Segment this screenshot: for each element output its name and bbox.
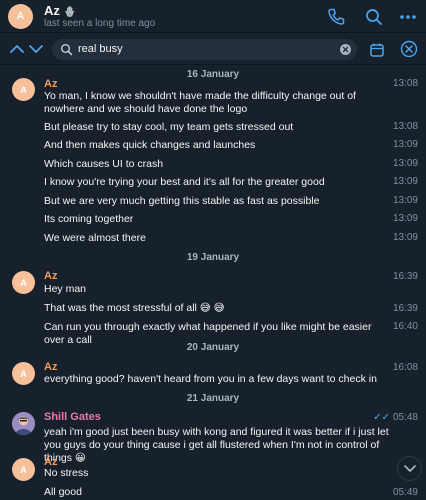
message-time: 13:09 — [392, 195, 418, 206]
chat-title-text: Az — [44, 3, 60, 18]
message-time: 13:09 — [392, 213, 418, 224]
sender-name[interactable]: Shill Gates — [44, 411, 101, 423]
chevron-up-icon[interactable] — [9, 42, 25, 56]
message-text: All good — [44, 486, 82, 498]
message-text: We were almost there — [44, 232, 146, 244]
message-list[interactable]: 16 January A Az Yo man, I know we should… — [0, 66, 426, 500]
close-icon[interactable] — [400, 40, 418, 58]
avatar[interactable]: A — [12, 458, 35, 481]
message-text: yeah i'm good just been busy with kong a… — [44, 426, 389, 464]
search-icon[interactable] — [364, 7, 384, 27]
message-text: No stress — [44, 467, 89, 479]
message-time: 13:09 — [392, 139, 418, 150]
message-time: 05:49 — [392, 487, 418, 498]
sender-name[interactable]: Az — [44, 270, 57, 282]
clear-search-icon[interactable] — [340, 44, 351, 55]
message-text: But we are very much getting this stable… — [44, 195, 320, 207]
message-time: 13:08 — [392, 121, 418, 132]
message-text: And then makes quick changes and launche… — [44, 139, 256, 151]
message-time: 13:08 — [392, 78, 418, 89]
message-time: 16:39 — [392, 303, 418, 314]
message-text: Its coming together — [44, 213, 134, 225]
message-text: everything good? haven't heard from you … — [44, 373, 377, 385]
avatar[interactable]: A — [12, 271, 35, 294]
date-separator: 20 January — [186, 342, 240, 353]
avatar[interactable]: A — [12, 78, 35, 101]
message-time: 13:09 — [392, 158, 418, 169]
avatar[interactable]: A — [8, 4, 33, 29]
last-seen-status: last seen a long time ago — [44, 18, 156, 29]
more-icon[interactable] — [398, 7, 418, 27]
message-text: Yo man, I know we shouldn't have made th… — [44, 90, 356, 115]
chat-header: A Az 🪬 last seen a long time ago — [0, 0, 426, 33]
date-separator: 16 January — [186, 69, 240, 80]
message-time: 16:08 — [392, 362, 418, 373]
search-icon — [61, 44, 73, 56]
message-text: I know you're trying your best and it's … — [44, 176, 325, 188]
date-separator: 19 January — [186, 252, 240, 263]
message-time: 16:40 — [392, 321, 418, 332]
avatar[interactable] — [12, 412, 35, 435]
scroll-to-bottom-button[interactable] — [397, 456, 422, 481]
profile-photo — [12, 412, 35, 435]
message-text: But please try to stay cool, my team get… — [44, 121, 294, 133]
chat-title-emoji: 🪬 — [63, 7, 76, 18]
message-time: 13:09 — [392, 232, 418, 243]
read-receipt-icon: ✓✓ — [373, 412, 390, 423]
date-separator: 21 January — [186, 393, 240, 404]
sender-name[interactable]: Az — [44, 361, 57, 373]
sender-name[interactable]: Az — [44, 78, 57, 90]
chevron-down-icon — [403, 464, 416, 472]
message-text: Hey man — [44, 283, 87, 295]
chat-title[interactable]: Az 🪬 — [44, 3, 76, 18]
message-text: Which causes UI to crash — [44, 158, 164, 170]
avatar[interactable]: A — [12, 362, 35, 385]
message-time: 13:09 — [392, 176, 418, 187]
search-input[interactable]: real busy — [52, 39, 357, 60]
message-text: That was the most stressful of all 😅 😅 — [44, 302, 225, 314]
phone-icon[interactable] — [326, 7, 346, 27]
search-query: real busy — [78, 43, 123, 55]
message-time: 16:39 — [392, 271, 418, 282]
chevron-down-icon[interactable] — [28, 42, 44, 56]
message-time: 05:48 — [392, 412, 418, 423]
calendar-icon[interactable] — [369, 42, 385, 58]
